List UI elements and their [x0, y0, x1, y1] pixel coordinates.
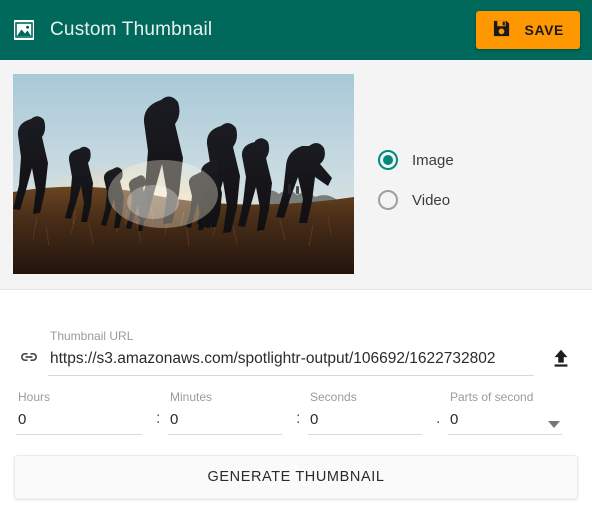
minutes-separator: : [156, 410, 161, 427]
custom-thumbnail-panel: Custom Thumbnail SAVE Image Video Thumbn… [0, 0, 592, 522]
link-icon [16, 340, 42, 374]
seconds-label: Seconds [310, 390, 357, 404]
hours-input[interactable] [16, 411, 142, 435]
timecode-seconds: : Seconds [296, 390, 436, 435]
generate-thumbnail-button[interactable]: GENERATE THUMBNAIL [14, 455, 578, 499]
chevron-down-icon[interactable] [548, 421, 560, 428]
save-button[interactable]: SAVE [475, 11, 580, 49]
seconds-input[interactable] [308, 411, 422, 435]
radio-image-dot [383, 155, 393, 165]
thumbnail-url-input[interactable] [48, 350, 534, 376]
hours-label: Hours [18, 390, 51, 404]
minutes-input[interactable] [168, 411, 282, 435]
page-title: Custom Thumbnail [50, 19, 213, 40]
save-floppy-icon [492, 19, 511, 41]
panel-header: Custom Thumbnail SAVE [0, 0, 592, 60]
parts-of-second-input[interactable] [448, 411, 562, 435]
preview-section: Image Video [0, 60, 592, 290]
parts-of-second-label: Parts of second [450, 390, 534, 404]
radio-video-dot [383, 195, 393, 205]
thumbnail-url-label: Thumbnail URL [50, 329, 134, 343]
radio-option-video[interactable]: Video [378, 190, 454, 210]
upload-icon[interactable] [546, 340, 576, 376]
timecode-section: Hours : Minutes : Seconds . Parts of sec… [0, 380, 592, 435]
radio-image-indicator [378, 150, 398, 170]
generate-section: GENERATE THUMBNAIL [0, 435, 592, 499]
radio-option-image[interactable]: Image [378, 150, 454, 170]
minutes-label: Minutes [170, 390, 213, 404]
media-type-radio-group: Image Video [378, 150, 454, 210]
radio-video-label: Video [412, 191, 451, 209]
thumbnail-preview[interactable] [13, 74, 354, 274]
parts-separator: . [436, 410, 441, 427]
timecode-hours: Hours [16, 390, 156, 435]
save-button-label: SAVE [524, 22, 564, 38]
radio-video-indicator [378, 190, 398, 210]
seconds-separator: : [296, 410, 301, 427]
image-icon [14, 20, 34, 40]
thumbnail-url-field: Thumbnail URL [48, 329, 534, 380]
timecode-parts-of-second: . Parts of second [436, 390, 576, 435]
radio-image-label: Image [412, 151, 454, 169]
thumbnail-url-section: Thumbnail URL [0, 290, 592, 380]
timecode-minutes: : Minutes [156, 390, 296, 435]
